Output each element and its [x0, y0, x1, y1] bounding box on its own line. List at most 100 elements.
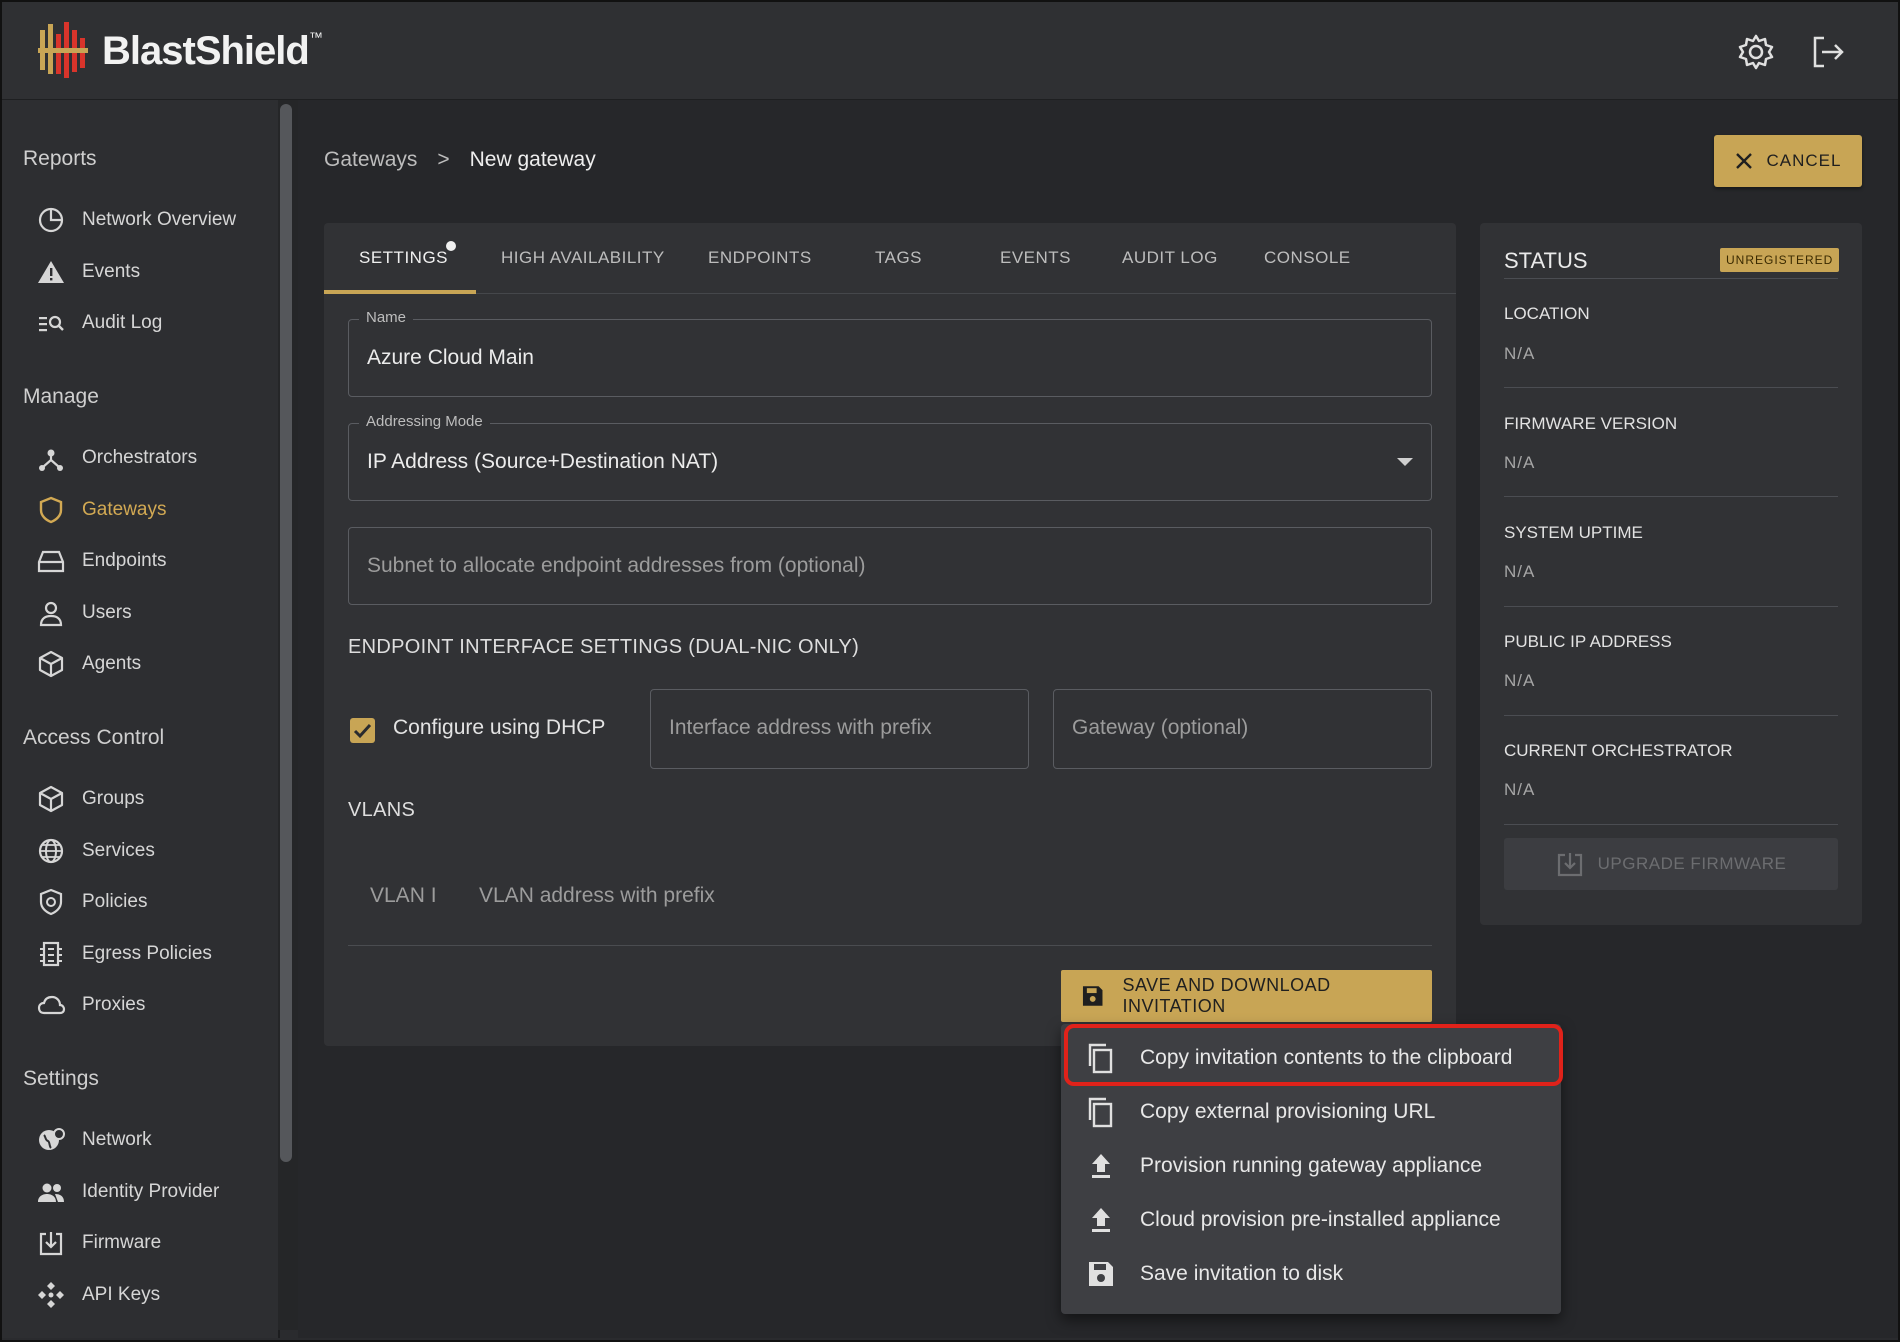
menu-item-label: Cloud provision pre-installed appliance — [1140, 1208, 1501, 1231]
globe-icon — [38, 838, 64, 864]
interface-address-input[interactable]: Interface address with prefix — [650, 689, 1029, 769]
sidebar-item-egress-policies[interactable]: Egress Policies — [36, 934, 266, 974]
section-title-access-control: Access Control — [23, 726, 165, 749]
sidebar-item-label: Groups — [82, 788, 145, 809]
sidebar-item-agents[interactable]: Agents — [36, 644, 266, 684]
chevron-right-icon: > — [437, 148, 450, 171]
sidebar-item-gateways[interactable]: Gateways — [36, 490, 266, 530]
sidebar-item-label: Agents — [82, 653, 142, 674]
save-icon — [1082, 986, 1103, 1006]
copy-icon — [1088, 1097, 1113, 1128]
name-field[interactable]: Name Azure Cloud Main — [348, 309, 1432, 397]
breadcrumb: Gateways > New gateway — [324, 148, 596, 172]
upgrade-firmware-button[interactable]: UPGRADE FIRMWARE — [1504, 838, 1838, 890]
vlan-address-input[interactable]: VLAN address with prefix — [479, 884, 715, 908]
tab-audit-log[interactable]: AUDIT LOG — [1122, 248, 1218, 268]
cancel-label: CANCEL — [1766, 151, 1842, 170]
status-divider — [1504, 387, 1838, 388]
cancel-button[interactable]: CANCEL — [1714, 135, 1862, 187]
upload-icon — [1092, 1154, 1110, 1178]
save-download-invitation-button[interactable]: SAVE AND DOWNLOAD INVITATION — [1061, 970, 1432, 1022]
section-title-settings: Settings — [23, 1067, 99, 1090]
status-title: STATUS — [1504, 248, 1588, 273]
user-icon — [39, 601, 63, 627]
status-divider — [1504, 824, 1838, 825]
status-location-label: LOCATION — [1504, 304, 1590, 323]
sidebar-item-audit-log[interactable]: Audit Log — [36, 303, 266, 343]
cube-icon — [38, 650, 64, 678]
active-tab-indicator — [324, 290, 476, 294]
tab-high-availability[interactable]: HIGH AVAILABILITY — [501, 248, 665, 268]
sidebar-item-orchestrators[interactable]: Orchestrators — [36, 438, 266, 478]
status-public-ip-label: PUBLIC IP ADDRESS — [1504, 632, 1672, 651]
tab-endpoints[interactable]: ENDPOINTS — [708, 248, 812, 268]
name-field-label: Name — [359, 309, 414, 326]
tab-console[interactable]: CONSOLE — [1264, 248, 1351, 268]
sidebar-item-endpoints[interactable]: Endpoints — [36, 541, 266, 581]
sidebar-item-label: Audit Log — [82, 312, 163, 333]
sidebar-item-label: Proxies — [82, 994, 146, 1015]
upload-icon — [1092, 1208, 1110, 1232]
gear-icon[interactable] — [1736, 32, 1776, 72]
egress-icon — [40, 941, 62, 967]
logout-icon[interactable] — [1808, 32, 1848, 72]
sidebar-item-services[interactable]: Services — [36, 831, 266, 871]
menu-item-label: Copy external provisioning URL — [1140, 1100, 1436, 1123]
sidebar-item-events[interactable]: Events — [36, 252, 266, 292]
shield-lock-icon — [39, 888, 63, 916]
section-title-reports: Reports — [23, 147, 97, 170]
dropdown-arrow-icon — [1397, 458, 1413, 466]
pie-chart-icon — [38, 207, 64, 233]
sidebar-item-label: Gateways — [82, 499, 167, 520]
sidebar-item-api-keys[interactable]: API Keys — [36, 1275, 266, 1315]
sidebar-item-firmware[interactable]: Firmware — [36, 1223, 266, 1263]
breadcrumb-current: New gateway — [469, 148, 596, 171]
menu-item-cloud-provision[interactable]: Cloud provision pre-installed appliance — [1084, 1203, 1501, 1237]
sidebar-item-users[interactable]: Users — [36, 593, 266, 633]
sidebar-item-label: Orchestrators — [82, 447, 198, 468]
save-download-label: SAVE AND DOWNLOAD INVITATION — [1122, 975, 1331, 1016]
sidebar-item-groups[interactable]: Groups — [36, 779, 266, 819]
sidebar-item-label: Events — [82, 261, 141, 282]
subnet-placeholder: Subnet to allocate endpoint addresses fr… — [367, 554, 866, 577]
status-divider — [1504, 496, 1838, 497]
endpoint-interface-heading: ENDPOINT INTERFACE SETTINGS (DUAL-NIC ON… — [348, 636, 860, 658]
menu-item-provision-running[interactable]: Provision running gateway appliance — [1084, 1149, 1482, 1183]
sidebar-item-label: Endpoints — [82, 550, 167, 571]
sidebar-item-network-overview[interactable]: Network Overview — [36, 200, 266, 240]
name-field-value: Azure Cloud Main — [367, 346, 534, 369]
menu-item-label: Copy invitation contents to the clipboar… — [1140, 1046, 1513, 1069]
menu-item-save-to-disk[interactable]: Save invitation to disk — [1084, 1257, 1343, 1291]
subnet-input[interactable]: Subnet to allocate endpoint addresses fr… — [348, 527, 1432, 605]
status-divider — [1504, 278, 1838, 279]
status-orchestrator-label: CURRENT ORCHESTRATOR — [1504, 741, 1733, 760]
dhcp-checkbox[interactable] — [350, 718, 375, 743]
tab-events[interactable]: EVENTS — [1000, 248, 1071, 268]
tab-tags[interactable]: TAGS — [875, 248, 922, 268]
vlan-id-input[interactable]: VLAN I — [370, 884, 437, 908]
cube-icon — [38, 785, 64, 813]
sidebar-item-policies[interactable]: Policies — [36, 882, 266, 922]
vlans-heading: VLANS — [348, 799, 416, 821]
dhcp-label[interactable]: Configure using DHCP — [393, 716, 605, 740]
menu-item-copy-invitation[interactable]: Copy invitation contents to the clipboar… — [1084, 1041, 1512, 1075]
gateway-input[interactable]: Gateway (optional) — [1053, 689, 1432, 769]
sidebar-item-label: Identity Provider — [82, 1181, 220, 1202]
sidebar-item-network[interactable]: Network — [36, 1120, 266, 1160]
sidebar-item-identity-provider[interactable]: Identity Provider — [36, 1172, 266, 1212]
status-public-ip-value: N/A — [1504, 671, 1536, 690]
addressing-mode-label: Addressing Mode — [359, 413, 490, 430]
app-logo[interactable]: BlastShield™ — [38, 20, 323, 82]
tab-settings[interactable]: SETTINGS — [359, 248, 448, 268]
breadcrumb-gateways[interactable]: Gateways — [324, 148, 417, 172]
addressing-mode-select[interactable]: Addressing Mode IP Address (Source+Desti… — [348, 413, 1432, 501]
vlan-divider — [348, 945, 1432, 946]
sidebar-scrollbar[interactable] — [280, 104, 292, 1162]
sidebar-item-proxies[interactable]: Proxies — [36, 985, 266, 1025]
menu-item-copy-provisioning-url[interactable]: Copy external provisioning URL — [1084, 1095, 1435, 1129]
status-panel — [1480, 223, 1862, 925]
status-divider — [1504, 606, 1838, 607]
search-list-icon — [39, 315, 64, 332]
upgrade-firmware-label: UPGRADE FIRMWARE — [1597, 854, 1787, 873]
status-uptime-label: SYSTEM UPTIME — [1504, 523, 1643, 542]
